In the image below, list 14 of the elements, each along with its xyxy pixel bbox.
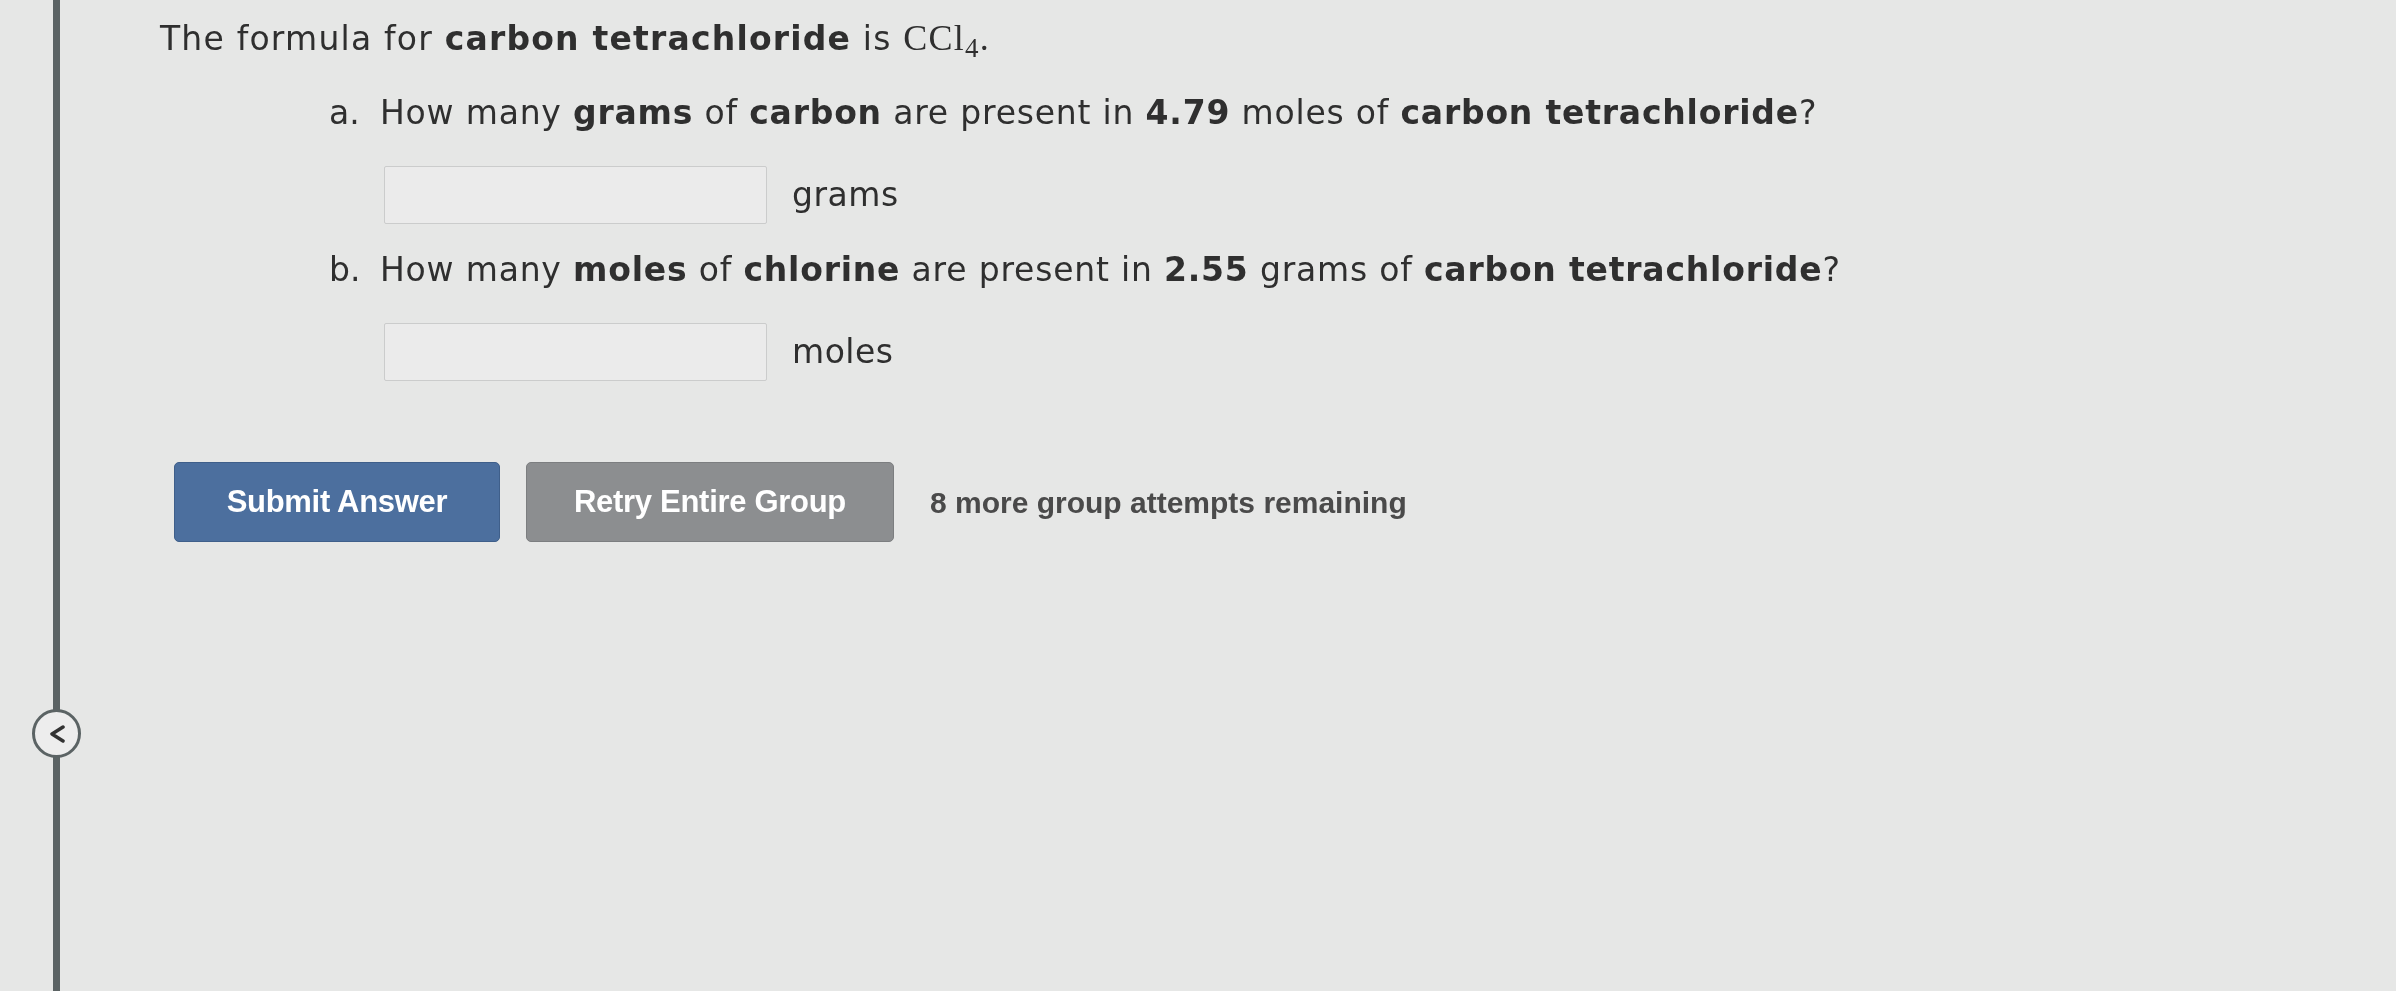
question-text: How many moles of chlorine are present in 2.55 grams of carbon tetrachloride? [380, 250, 1841, 290]
chevron-left-icon [48, 724, 65, 743]
unit-label: moles [792, 332, 894, 372]
question-number: a. [329, 93, 361, 133]
question-number: b. [329, 250, 362, 290]
attempts-note: 8 more group attempts remaining [930, 484, 1407, 521]
answer-field[interactable] [384, 166, 767, 224]
collapse-button[interactable] [32, 709, 81, 758]
retry-button[interactable]: Retry Entire Group [526, 462, 894, 542]
submit-button[interactable]: Submit Answer [174, 462, 500, 542]
intro-sentence: The formula for carbon tetrachloride is CCl$_{4}$. [160, 18, 990, 59]
unit-label: grams [792, 175, 899, 215]
answer-field[interactable] [384, 323, 767, 381]
question-text: How many grams of carbon are present in 4.79 moles of carbon tetrachloride? [380, 93, 1818, 133]
